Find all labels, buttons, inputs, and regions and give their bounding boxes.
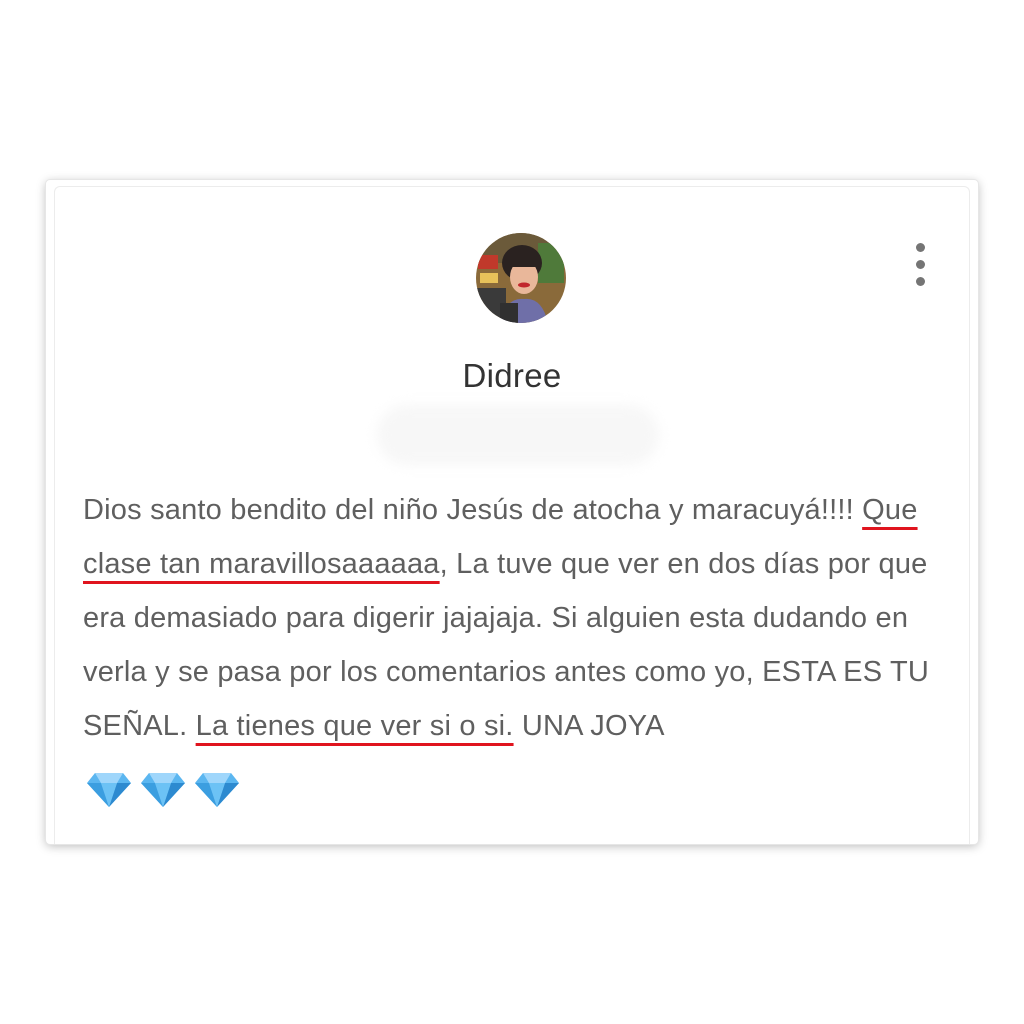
emoji-row: [87, 769, 239, 813]
gem-icon: [87, 773, 131, 807]
comment-highlight-2: La tienes que ver si o si.: [195, 710, 514, 742]
gem-icon: [141, 773, 185, 807]
redacted-info: [377, 405, 659, 465]
comment-text: Dios santo bendito del niño Jesús de ato…: [83, 483, 963, 753]
comment-text-part-3: UNA JOYA: [513, 710, 665, 742]
comment-card: Didree Dios santo bendito del niño Jesús…: [46, 180, 978, 844]
comment-card-inner: Didree Dios santo bendito del niño Jesús…: [54, 186, 970, 844]
avatar-photo: [476, 233, 566, 323]
more-vert-icon-dot: [916, 277, 925, 286]
more-options-button[interactable]: [909, 243, 933, 287]
author-name[interactable]: Didree: [55, 357, 969, 395]
more-vert-icon-dot: [916, 243, 925, 252]
more-vert-icon-dot: [916, 260, 925, 269]
gem-icon: [195, 773, 239, 807]
comment-text-part-1: Dios santo bendito del niño Jesús de ato…: [83, 494, 863, 526]
avatar[interactable]: [476, 233, 566, 323]
